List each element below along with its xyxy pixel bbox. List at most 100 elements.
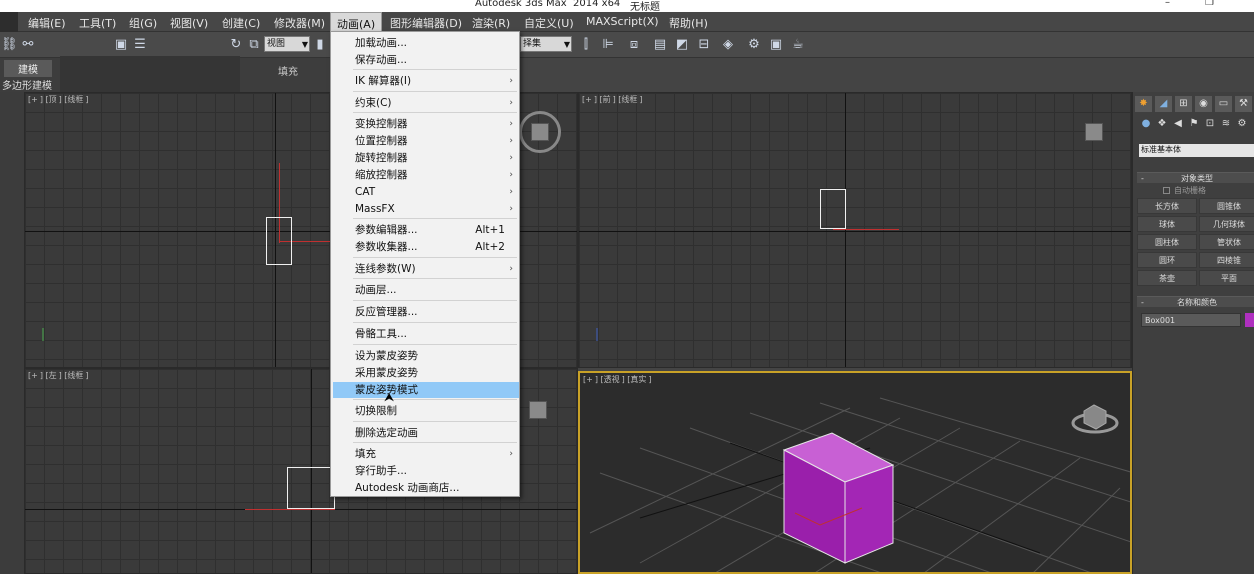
- layer-manager-icon[interactable]: ⧈: [626, 37, 642, 53]
- box-object-outline[interactable]: [287, 467, 335, 509]
- menu-item-ik-solvers[interactable]: IK 解算器(I) ›: [333, 73, 519, 89]
- tab-modeling[interactable]: 建模: [4, 60, 52, 77]
- align-icon[interactable]: ⊫: [600, 37, 616, 53]
- viewport-front[interactable]: [+] [前] [线框]: [578, 92, 1132, 368]
- menu-item-constraints[interactable]: 约束(C) ›: [333, 95, 519, 111]
- geometry-icon[interactable]: ●: [1139, 118, 1153, 132]
- create-tab-icon[interactable]: ✸: [1135, 96, 1152, 112]
- rendered-frame-icon[interactable]: ▣: [768, 37, 784, 53]
- viewport-plus[interactable]: +: [31, 95, 38, 104]
- mirror-icon[interactable]: ⫿: [578, 37, 594, 53]
- spacewarps-icon[interactable]: ≋: [1219, 118, 1233, 132]
- viewport-view-name[interactable]: 顶: [49, 95, 57, 104]
- rotate-icon[interactable]: ↻: [228, 37, 244, 53]
- viewport-label[interactable]: [+] [顶] [线框]: [28, 94, 89, 105]
- polygon-modeling-label[interactable]: 多边形建模: [2, 77, 52, 92]
- object-color-swatch[interactable]: [1245, 313, 1254, 327]
- menu-item-animation-layers[interactable]: 动画层...: [333, 282, 519, 298]
- menu-item-scale-controllers[interactable]: 缩放控制器 ›: [333, 167, 519, 183]
- menu-rendering[interactable]: 渲染(R): [472, 15, 510, 31]
- menu-item-transform-controllers[interactable]: 变换控制器 ›: [333, 116, 519, 132]
- material-editor-icon[interactable]: ◈: [720, 37, 736, 53]
- ribbon-toggle-icon[interactable]: ▤: [652, 37, 668, 53]
- restore-icon[interactable]: ❐: [1205, 0, 1214, 8]
- scale-icon[interactable]: ⧉: [246, 37, 262, 53]
- unlink-icon[interactable]: ⚯: [20, 37, 36, 53]
- autogrid-checkbox[interactable]: 自动栅格: [1163, 185, 1206, 196]
- viewcube[interactable]: [1085, 123, 1103, 141]
- modify-tab-icon[interactable]: ◢: [1155, 96, 1172, 112]
- menu-item-delete-selected-animation[interactable]: 删除选定动画: [333, 425, 519, 441]
- viewport-shading[interactable]: 线框: [621, 95, 637, 104]
- tube-button[interactable]: 管状体: [1199, 234, 1254, 250]
- object-name-input[interactable]: Box001: [1141, 313, 1241, 327]
- utilities-tab-icon[interactable]: ⚒: [1235, 96, 1252, 112]
- viewcube[interactable]: [531, 123, 549, 141]
- menu-graph-editors[interactable]: 图形编辑器(D): [390, 15, 462, 31]
- pyramid-button[interactable]: 四棱锥: [1199, 252, 1254, 268]
- menu-item-load-animation[interactable]: 加载动画...: [333, 35, 519, 51]
- menu-item-save-animation[interactable]: 保存动画...: [333, 52, 519, 68]
- menu-customize[interactable]: 自定义(U): [524, 15, 574, 31]
- select-icon[interactable]: ▣: [113, 37, 129, 53]
- display-tab-icon[interactable]: ▭: [1215, 96, 1232, 112]
- menu-item-bone-tools[interactable]: 骨骼工具...: [333, 326, 519, 342]
- plane-button[interactable]: 平面: [1199, 270, 1254, 286]
- object-category-dropdown[interactable]: 标准基本体: [1139, 144, 1254, 157]
- menu-item-rotation-controllers[interactable]: 旋转控制器 ›: [333, 150, 519, 166]
- shapes-icon[interactable]: ❖: [1155, 118, 1169, 132]
- menu-item-cat[interactable]: CAT ›: [333, 184, 519, 200]
- viewcube[interactable]: [1083, 404, 1107, 430]
- named-selection-select[interactable]: 择集 ▼: [520, 36, 572, 52]
- menu-modifiers[interactable]: 修改器(M): [274, 15, 325, 31]
- menu-views[interactable]: 视图(V): [170, 15, 208, 31]
- menu-item-populate[interactable]: 填充 ›: [333, 446, 519, 462]
- box-object-outline[interactable]: [820, 189, 846, 229]
- app-logo-icon[interactable]: [0, 12, 18, 32]
- menu-item-assume-skin-pose[interactable]: 采用蒙皮姿势: [333, 365, 519, 381]
- teapot-button[interactable]: 茶壶: [1137, 270, 1197, 286]
- render-setup-icon[interactable]: ⚙: [746, 37, 762, 53]
- schematic-view-icon[interactable]: ⊟: [696, 37, 712, 53]
- menu-item-walkthrough-assistant[interactable]: 穿行助手...: [333, 463, 519, 479]
- menu-group[interactable]: 组(G): [129, 15, 157, 31]
- viewport-view-name[interactable]: 左: [49, 371, 57, 380]
- viewport-plus[interactable]: +: [585, 95, 592, 104]
- menu-edit[interactable]: 编辑(E): [28, 15, 66, 31]
- lights-icon[interactable]: ◀: [1171, 118, 1185, 132]
- menu-item-parameter-collector[interactable]: 参数收集器... Alt+2: [333, 239, 519, 255]
- hierarchy-tab-icon[interactable]: ⊞: [1175, 96, 1192, 112]
- viewport-label[interactable]: [+] [左] [线框]: [28, 370, 89, 381]
- viewcube[interactable]: [529, 401, 547, 419]
- checkbox-icon[interactable]: [1163, 187, 1170, 194]
- menu-item-skin-pose-mode[interactable]: 蒙皮姿势模式: [333, 382, 519, 398]
- render-production-icon[interactable]: ☕: [790, 37, 806, 53]
- box-object-outline[interactable]: [266, 217, 292, 265]
- sphere-button[interactable]: 球体: [1137, 216, 1197, 232]
- cone-button[interactable]: 圆锥体: [1199, 198, 1254, 214]
- box-side-face[interactable]: [844, 464, 894, 564]
- menu-item-reaction-manager[interactable]: 反应管理器...: [333, 304, 519, 320]
- menu-maxscript[interactable]: MAXScript(X): [586, 15, 659, 28]
- torus-button[interactable]: 圆环: [1137, 252, 1197, 268]
- cameras-icon[interactable]: ⚑: [1187, 118, 1201, 132]
- menu-item-set-as-skin-pose[interactable]: 设为蒙皮姿势: [333, 348, 519, 364]
- helpers-icon[interactable]: ⊡: [1203, 118, 1217, 132]
- viewport-shading[interactable]: 线框: [67, 95, 83, 104]
- geosphere-button[interactable]: 几何球体: [1199, 216, 1254, 232]
- menu-help[interactable]: 帮助(H): [669, 15, 708, 31]
- menu-item-massfx[interactable]: MassFX ›: [333, 201, 519, 217]
- reference-coord-select[interactable]: 视图 ▼: [264, 36, 310, 52]
- motion-tab-icon[interactable]: ◉: [1195, 96, 1212, 112]
- menu-item-autodesk-animation-store[interactable]: Autodesk 动画商店...: [333, 480, 519, 496]
- menu-item-toggle-limits[interactable]: 切换限制: [333, 403, 519, 419]
- rollout-object-type[interactable]: - 对象类型: [1137, 172, 1254, 183]
- viewport-label[interactable]: [+] [前] [线框]: [582, 94, 643, 105]
- viewport-shading[interactable]: 线框: [67, 371, 83, 380]
- menu-tools[interactable]: 工具(T): [79, 15, 116, 31]
- viewport-view-name[interactable]: 前: [603, 95, 611, 104]
- tab-populate[interactable]: 填充: [278, 63, 298, 78]
- menu-item-wire-parameters[interactable]: 连线参数(W) ›: [333, 261, 519, 277]
- minimize-icon[interactable]: –: [1165, 0, 1170, 8]
- select-by-name-icon[interactable]: ☰: [132, 37, 148, 53]
